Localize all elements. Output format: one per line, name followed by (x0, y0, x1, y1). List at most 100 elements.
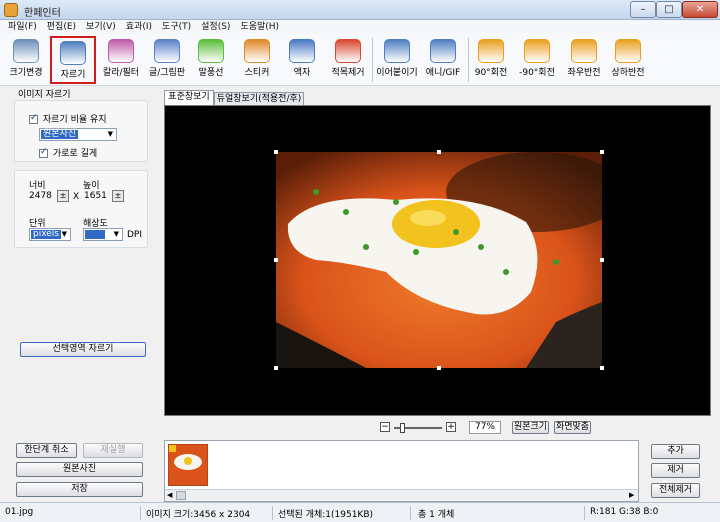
width-stepper[interactable]: ± (57, 190, 69, 202)
original-photo-button[interactable]: 원본사진 (16, 462, 143, 477)
zoom-in-button[interactable]: + (446, 422, 456, 432)
menu-edit[interactable]: 편집(E) (47, 20, 76, 34)
tool-label: 액자 (293, 68, 311, 78)
maximize-button[interactable]: □ (656, 1, 682, 18)
chevron-down-icon: ▼ (107, 130, 113, 138)
height-input[interactable]: 1651 (84, 190, 108, 203)
sticker-icon (244, 39, 270, 63)
tool-label: 이어붙이기 (376, 68, 418, 78)
tool-label: -90°회전 (519, 68, 555, 78)
photo-preview[interactable] (276, 152, 602, 368)
tool-frame[interactable]: 액자 (282, 36, 322, 84)
app-icon (4, 3, 18, 17)
crop-handle-tl[interactable] (274, 150, 278, 154)
keep-ratio-row[interactable]: 자르기 비율 유지 (29, 112, 107, 125)
tool-sticker[interactable]: 스티커 (236, 36, 278, 84)
crop-handle-bl[interactable] (274, 366, 278, 370)
tool-text-board[interactable]: 글/그림판 (144, 36, 190, 84)
ratio-value: 원본사진 (41, 129, 79, 139)
landscape-row[interactable]: 가로로 길게 (39, 146, 97, 159)
tab-standard-view[interactable]: 표준창보기 (164, 90, 214, 106)
actual-size-button[interactable]: 원본크기 (512, 421, 549, 434)
status-selected: 선택된 개체:1(1951KB) (278, 510, 374, 520)
toolbar: 크기변경 자르기 칼라/필터 글/그림판 말풍선 스티커 액자 적목제거 이어붙… (0, 34, 720, 86)
tool-gif[interactable]: 애니/GIF (420, 36, 466, 84)
tool-flip-horizontal[interactable]: 좌우반전 (562, 36, 606, 84)
color-filter-icon (108, 39, 134, 63)
tool-flip-vertical[interactable]: 상하반전 (606, 36, 650, 84)
crop-handle-br[interactable] (600, 366, 604, 370)
times-label: X (73, 192, 80, 202)
tab-dual-view[interactable]: 듀얼창보기(적용전/후) (214, 92, 304, 106)
close-button[interactable]: ✕ (682, 1, 718, 18)
scroll-right-icon[interactable]: ▶ (629, 491, 634, 499)
menu-bar: 파일(F) 편집(E) 보기(V) 효과(I) 도구(T) 설정(S) 도움말(… (0, 20, 720, 34)
speech-bubble-icon (198, 39, 224, 63)
save-button[interactable]: 저장 (16, 482, 143, 497)
remove-button[interactable]: 제거 (651, 463, 700, 478)
zoom-slider-thumb[interactable] (400, 423, 405, 433)
frame-icon (289, 39, 315, 63)
tool-merge[interactable]: 이어붙이기 (374, 36, 420, 84)
keep-ratio-checkbox[interactable] (29, 113, 38, 124)
resolution-select[interactable]: ▼ (83, 228, 123, 241)
landscape-checkbox[interactable] (39, 147, 48, 158)
menu-help[interactable]: 도움말(H) (240, 20, 279, 34)
crop-handle-tr[interactable] (600, 150, 604, 154)
width-input[interactable]: 2478 (29, 190, 53, 203)
toolbar-separator (372, 38, 373, 82)
title-bar: 한페인터 – □ ✕ (0, 0, 720, 20)
tool-label: 좌우반전 (567, 68, 601, 78)
scrollbar-thumb[interactable] (176, 491, 186, 500)
status-separator (272, 506, 273, 520)
tool-rotate-cw[interactable]: 90°회전 (470, 36, 512, 84)
add-button[interactable]: 추가 (651, 444, 700, 459)
status-image-size: 이미지 크기:3456 x 2304 (146, 510, 251, 520)
zoom-value: 77% (469, 421, 501, 434)
undo-button[interactable]: 한단계 취소 (16, 443, 77, 458)
chevron-down-icon: ▼ (113, 230, 119, 238)
tool-rotate-ccw[interactable]: -90°회전 (514, 36, 560, 84)
menu-tools[interactable]: 도구(T) (162, 20, 191, 34)
text-board-icon (154, 39, 180, 63)
tool-crop[interactable]: 자르기 (50, 36, 96, 84)
tool-label: 애니/GIF (425, 68, 461, 78)
thumbnail-item[interactable] (168, 444, 208, 486)
status-filename: 01.jpg (5, 507, 34, 517)
tool-speech-bubble[interactable]: 말풍선 (190, 36, 232, 84)
redo-button[interactable]: 재실행 (83, 443, 143, 458)
landscape-label: 가로로 길게 (52, 149, 98, 159)
zoom-out-button[interactable]: − (380, 422, 390, 432)
menu-settings[interactable]: 설정(S) (201, 20, 230, 34)
scroll-left-icon[interactable]: ◀ (167, 491, 172, 499)
fit-screen-button[interactable]: 화면맞춤 (554, 421, 591, 434)
zoom-slider-track[interactable] (394, 423, 442, 433)
ratio-select[interactable]: 원본사진 ▼ (39, 128, 117, 141)
crop-selection-button[interactable]: 선택영역 자르기 (20, 342, 146, 357)
tool-resize[interactable]: 크기변경 (4, 36, 48, 84)
remove-all-button[interactable]: 전체제거 (651, 483, 700, 498)
keep-ratio-label: 자르기 비율 유지 (42, 115, 107, 125)
tool-red-eye[interactable]: 적목제거 (326, 36, 370, 84)
unit-value: pixels (31, 229, 61, 239)
menu-effect[interactable]: 효과(I) (126, 20, 152, 34)
zoom-bar: − + 77% 원본크기 화면맞춤 (164, 418, 711, 438)
status-bar: 01.jpg 이미지 크기:3456 x 2304 선택된 개체:1(1951K… (0, 502, 720, 522)
tool-color-filter[interactable]: 칼라/필터 (98, 36, 144, 84)
crop-handle-t[interactable] (437, 150, 441, 154)
unit-select[interactable]: pixels ▼ (29, 228, 71, 241)
resize-icon (13, 39, 39, 63)
tool-label: 상하반전 (611, 68, 645, 78)
menu-view[interactable]: 보기(V) (86, 20, 116, 34)
minimize-button[interactable]: – (630, 1, 656, 18)
menu-file[interactable]: 파일(F) (8, 20, 37, 34)
crop-handle-l[interactable] (274, 258, 278, 262)
horizontal-scrollbar[interactable]: ◀ ▶ (165, 489, 638, 501)
tool-label: 적목제거 (331, 68, 365, 78)
crop-handle-b[interactable] (437, 366, 441, 370)
gif-icon (430, 39, 456, 63)
height-stepper[interactable]: ± (112, 190, 124, 202)
status-pixel-color: R:181 G:38 B:0 (590, 507, 659, 517)
crop-handle-r[interactable] (600, 258, 604, 262)
status-total: 총 1 개체 (418, 510, 455, 520)
